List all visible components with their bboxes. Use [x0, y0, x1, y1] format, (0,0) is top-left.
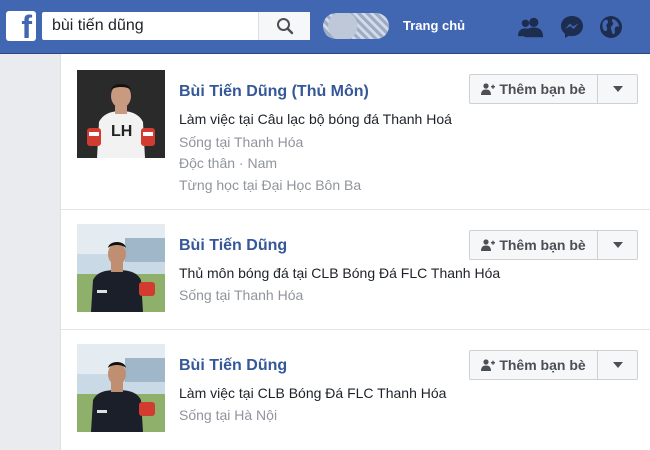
- add-friend-button[interactable]: Thêm bạn bè: [469, 230, 638, 260]
- add-friend-button[interactable]: Thêm bạn bè: [469, 74, 638, 104]
- result-education: Từng học tại Đại Học Bôn Ba: [179, 177, 362, 193]
- add-friend-main[interactable]: Thêm bạn bè: [470, 75, 597, 103]
- result-work: Làm việc tại Câu lạc bộ bóng đá Thanh Ho…: [179, 111, 452, 127]
- search-button[interactable]: [258, 12, 310, 40]
- profile-shortcut-blurred[interactable]: [323, 13, 389, 39]
- result-name[interactable]: Bùi Tiến Dũng: [179, 357, 287, 375]
- profile-photo[interactable]: LH: [77, 70, 165, 158]
- home-link[interactable]: Trang chủ: [403, 18, 465, 33]
- result-location: Sống tại Thanh Hóa: [179, 287, 304, 303]
- add-friend-main[interactable]: Thêm bạn bè: [470, 231, 597, 259]
- add-friend-icon: [481, 83, 496, 95]
- add-friend-dropdown[interactable]: [597, 75, 637, 103]
- result-row: Bùi Tiến Dũng Làm việc tại CLB Bóng Đá F…: [61, 330, 650, 450]
- caret-down-icon: [612, 362, 623, 368]
- result-relationship: Độc thân · Nam: [179, 155, 278, 171]
- globe-icon[interactable]: [598, 14, 624, 40]
- caret-down-icon: [612, 242, 623, 248]
- result-location: Sống tại Hà Nội: [179, 407, 278, 423]
- result-work: Thủ môn bóng đá tại CLB Bóng Đá FLC Than…: [179, 265, 501, 281]
- search-icon: [276, 18, 293, 35]
- add-friend-dropdown[interactable]: [597, 231, 637, 259]
- result-work: Làm việc tại CLB Bóng Đá FLC Thanh Hóa: [179, 385, 447, 401]
- svg-text:LH: LH: [111, 123, 132, 140]
- logo-letter: f: [21, 11, 32, 41]
- add-friend-icon: [481, 359, 496, 371]
- add-friend-dropdown[interactable]: [597, 351, 637, 379]
- result-name[interactable]: Bùi Tiến Dũng (Thủ Môn): [179, 83, 369, 101]
- add-friend-label: Thêm bạn bè: [499, 237, 586, 253]
- profile-photo[interactable]: [77, 224, 165, 312]
- result-location: Sống tại Thanh Hóa: [179, 134, 304, 150]
- result-row: Bùi Tiến Dũng Thủ môn bóng đá tại CLB Bó…: [61, 210, 650, 330]
- facebook-logo[interactable]: f: [6, 11, 36, 41]
- result-name[interactable]: Bùi Tiến Dũng: [179, 237, 287, 255]
- profile-photo[interactable]: [77, 344, 165, 432]
- result-row: LH Bùi Tiến Dũng (Thủ Môn) Làm việc tại …: [61, 54, 650, 210]
- friend-requests-icon[interactable]: [518, 14, 544, 40]
- add-friend-label: Thêm bạn bè: [499, 357, 586, 373]
- messenger-icon[interactable]: [559, 14, 585, 40]
- add-friend-label: Thêm bạn bè: [499, 81, 586, 97]
- add-friend-main[interactable]: Thêm bạn bè: [470, 351, 597, 379]
- search-results: LH Bùi Tiến Dũng (Thủ Môn) Làm việc tại …: [60, 54, 650, 450]
- add-friend-icon: [481, 239, 496, 251]
- caret-down-icon: [612, 86, 623, 92]
- add-friend-button[interactable]: Thêm bạn bè: [469, 350, 638, 380]
- top-bar: f Trang chủ: [0, 0, 650, 54]
